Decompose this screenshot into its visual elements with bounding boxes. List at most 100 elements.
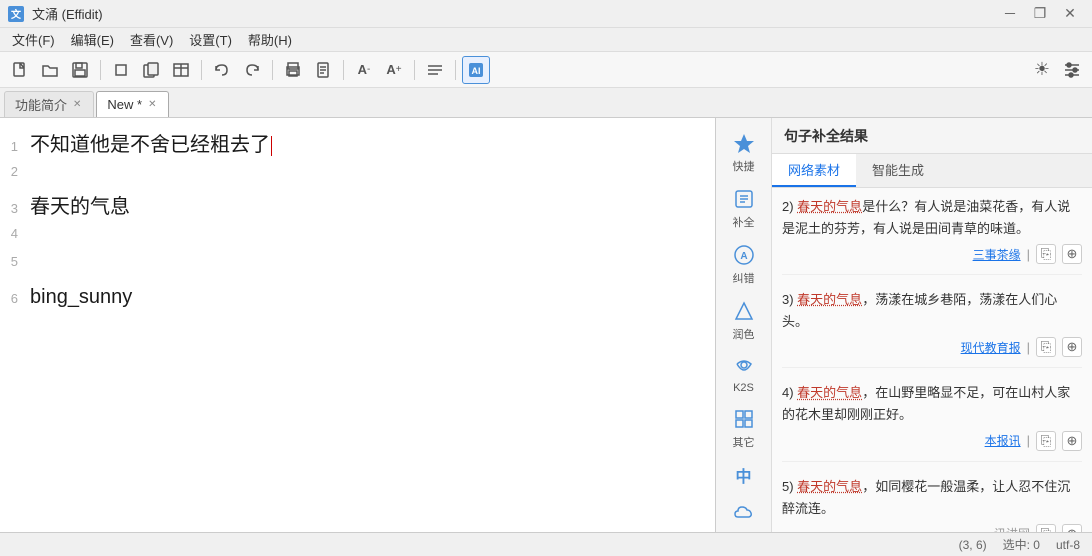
- source-watermark-5: 讯讲网: [994, 525, 1030, 532]
- vert-btn-other[interactable]: 其它: [722, 402, 766, 454]
- vert-btn-cloud[interactable]: [722, 496, 766, 530]
- undo-button[interactable]: [208, 56, 236, 84]
- align-button[interactable]: [421, 56, 449, 84]
- table-button[interactable]: [167, 56, 195, 84]
- line-content-6: bing_sunny: [30, 282, 132, 312]
- copy-btn-2[interactable]: ⎘: [1036, 244, 1056, 264]
- copy-btn-4[interactable]: ⎘: [1036, 431, 1056, 451]
- tab-intro-close[interactable]: ✕: [71, 98, 83, 111]
- status-position: (3, 6): [959, 538, 987, 552]
- insert-btn-5[interactable]: ⊕: [1062, 524, 1082, 532]
- complete-icon: [731, 186, 757, 212]
- redo-button[interactable]: [238, 56, 266, 84]
- tab-new[interactable]: New * ✕: [96, 91, 169, 117]
- result-source-3: 现代教育报 | ⎘ ⊕: [782, 337, 1082, 357]
- result-num-3: 3): [782, 292, 797, 307]
- status-selection: 选中: 0: [1003, 536, 1040, 553]
- result-text-2: 2) 春天的气息是什么？有人说是油菜花香，有人说是泥土的芬芳，有人说是田间青草的…: [782, 196, 1082, 240]
- menu-edit[interactable]: 编辑(E): [63, 28, 122, 51]
- ai-button[interactable]: AI: [462, 56, 490, 84]
- app-title: 文涌 (Effidit): [32, 4, 103, 23]
- panel-title: 句子补全结果: [784, 126, 868, 146]
- line-num-2: 2: [0, 164, 30, 179]
- result-item-4: 4) 春天的气息，在山野里略显不足，可在山村人家的花木里却刚刚正好。 本报讯 |…: [782, 382, 1082, 461]
- copy-format-button[interactable]: [137, 56, 165, 84]
- result-text-3: 3) 春天的气息，荡漾在城乡巷陌，荡漾在人们心头。: [782, 289, 1082, 333]
- panel-header: 句子补全结果: [772, 118, 1092, 154]
- menu-settings[interactable]: 设置(T): [181, 28, 240, 51]
- cloud-icon: [731, 500, 757, 526]
- panel-tab-web[interactable]: 网络素材: [772, 154, 856, 187]
- minimize-button[interactable]: －: [996, 0, 1024, 28]
- line-1: 1 不知道他是不舍已经粗去了: [0, 128, 695, 162]
- crop-button[interactable]: [107, 56, 135, 84]
- page-setup-button[interactable]: [309, 56, 337, 84]
- editor-content[interactable]: 1 不知道他是不舍已经粗去了 2 3 春天的气息 4 5: [0, 118, 715, 532]
- new-file-button[interactable]: [6, 56, 34, 84]
- menu-view[interactable]: 查看(V): [122, 28, 181, 51]
- theme-button[interactable]: ☀: [1028, 56, 1056, 84]
- editor-area[interactable]: 1 不知道他是不舍已经粗去了 2 3 春天的气息 4 5: [0, 118, 716, 532]
- save-button[interactable]: [66, 56, 94, 84]
- result-num-2: 2): [782, 199, 797, 214]
- vert-btn-zhong[interactable]: 中: [722, 458, 766, 492]
- tab-new-close[interactable]: ✕: [146, 98, 158, 111]
- source-link-3[interactable]: 现代教育报: [961, 339, 1021, 356]
- panel-content: 2) 春天的气息是什么？有人说是油菜花香，有人说是泥土的芬芳，有人说是田间青草的…: [772, 188, 1092, 532]
- correct-icon: A: [731, 242, 757, 268]
- color-label: 润色: [733, 326, 755, 342]
- result-keyword-5: 春天的气息: [797, 479, 862, 494]
- complete-label: 补全: [733, 214, 755, 230]
- copy-btn-3[interactable]: ⎘: [1036, 337, 1056, 357]
- toolbar-sep-3: [272, 60, 273, 80]
- line-content-1: 不知道他是不舍已经粗去了: [30, 130, 272, 160]
- insert-btn-4[interactable]: ⊕: [1062, 431, 1082, 451]
- menu-file[interactable]: 文件(F): [4, 28, 63, 51]
- result-keyword-2: 春天的气息: [797, 199, 862, 214]
- status-encoding: utf-8: [1056, 538, 1080, 552]
- titlebar-controls: － ❐ ✕: [996, 0, 1084, 28]
- toolbar-sep-1: [100, 60, 101, 80]
- zhong-icon: 中: [731, 462, 757, 488]
- quick-icon: [731, 130, 757, 156]
- line-5: 5: [0, 252, 695, 280]
- vert-btn-complete[interactable]: 补全: [722, 182, 766, 234]
- print-button[interactable]: [279, 56, 307, 84]
- line-content-3: 春天的气息: [30, 192, 130, 222]
- font-increase-button[interactable]: A+: [380, 56, 408, 84]
- tab-new-label: New *: [107, 97, 142, 112]
- line-3: 3 春天的气息: [0, 190, 695, 224]
- result-keyword-3: 春天的气息: [797, 292, 862, 307]
- result-text-5: 5) 春天的气息，如同樱花一般温柔，让人忍不住沉醉流连。: [782, 476, 1082, 520]
- font-decrease-button[interactable]: A-: [350, 56, 378, 84]
- toolbar-sep-5: [414, 60, 415, 80]
- settings-extra-button[interactable]: [1058, 56, 1086, 84]
- menubar: 文件(F) 编辑(E) 查看(V) 设置(T) 帮助(H): [0, 28, 1092, 52]
- menu-help[interactable]: 帮助(H): [240, 28, 300, 51]
- insert-btn-3[interactable]: ⊕: [1062, 337, 1082, 357]
- vert-toolbar: 快捷 补全 A 纠错 润色 K2S: [716, 118, 772, 532]
- toolbar: A- A+ AI ☀: [0, 52, 1092, 88]
- result-item-5: 5) 春天的气息，如同樱花一般温柔，让人忍不住沉醉流连。 讯讲网 ⎘ ⊕: [782, 476, 1082, 532]
- line-num-1: 1: [0, 139, 30, 154]
- k2s-label: K2S: [733, 382, 754, 394]
- line-num-4: 4: [0, 226, 30, 241]
- copy-btn-5[interactable]: ⎘: [1036, 524, 1056, 532]
- open-file-button[interactable]: [36, 56, 64, 84]
- source-link-2[interactable]: 三事茶缘: [973, 246, 1021, 263]
- insert-btn-2[interactable]: ⊕: [1062, 244, 1082, 264]
- close-button[interactable]: ✕: [1056, 0, 1084, 28]
- panel-tab-ai[interactable]: 智能生成: [856, 154, 940, 187]
- toolbar-sep-4: [343, 60, 344, 80]
- vert-btn-color[interactable]: 润色: [722, 294, 766, 346]
- text-cursor: [271, 136, 272, 156]
- quick-label: 快捷: [733, 158, 755, 174]
- vert-btn-quick[interactable]: 快捷: [722, 126, 766, 178]
- restore-button[interactable]: ❐: [1026, 0, 1054, 28]
- source-link-4[interactable]: 本报讯: [985, 432, 1021, 449]
- result-source-4: 本报讯 | ⎘ ⊕: [782, 431, 1082, 451]
- vert-btn-correct[interactable]: A 纠错: [722, 238, 766, 290]
- toolbar-sep-2: [201, 60, 202, 80]
- vert-btn-k2s[interactable]: K2S: [722, 350, 766, 398]
- tab-intro[interactable]: 功能简介 ✕: [4, 91, 94, 117]
